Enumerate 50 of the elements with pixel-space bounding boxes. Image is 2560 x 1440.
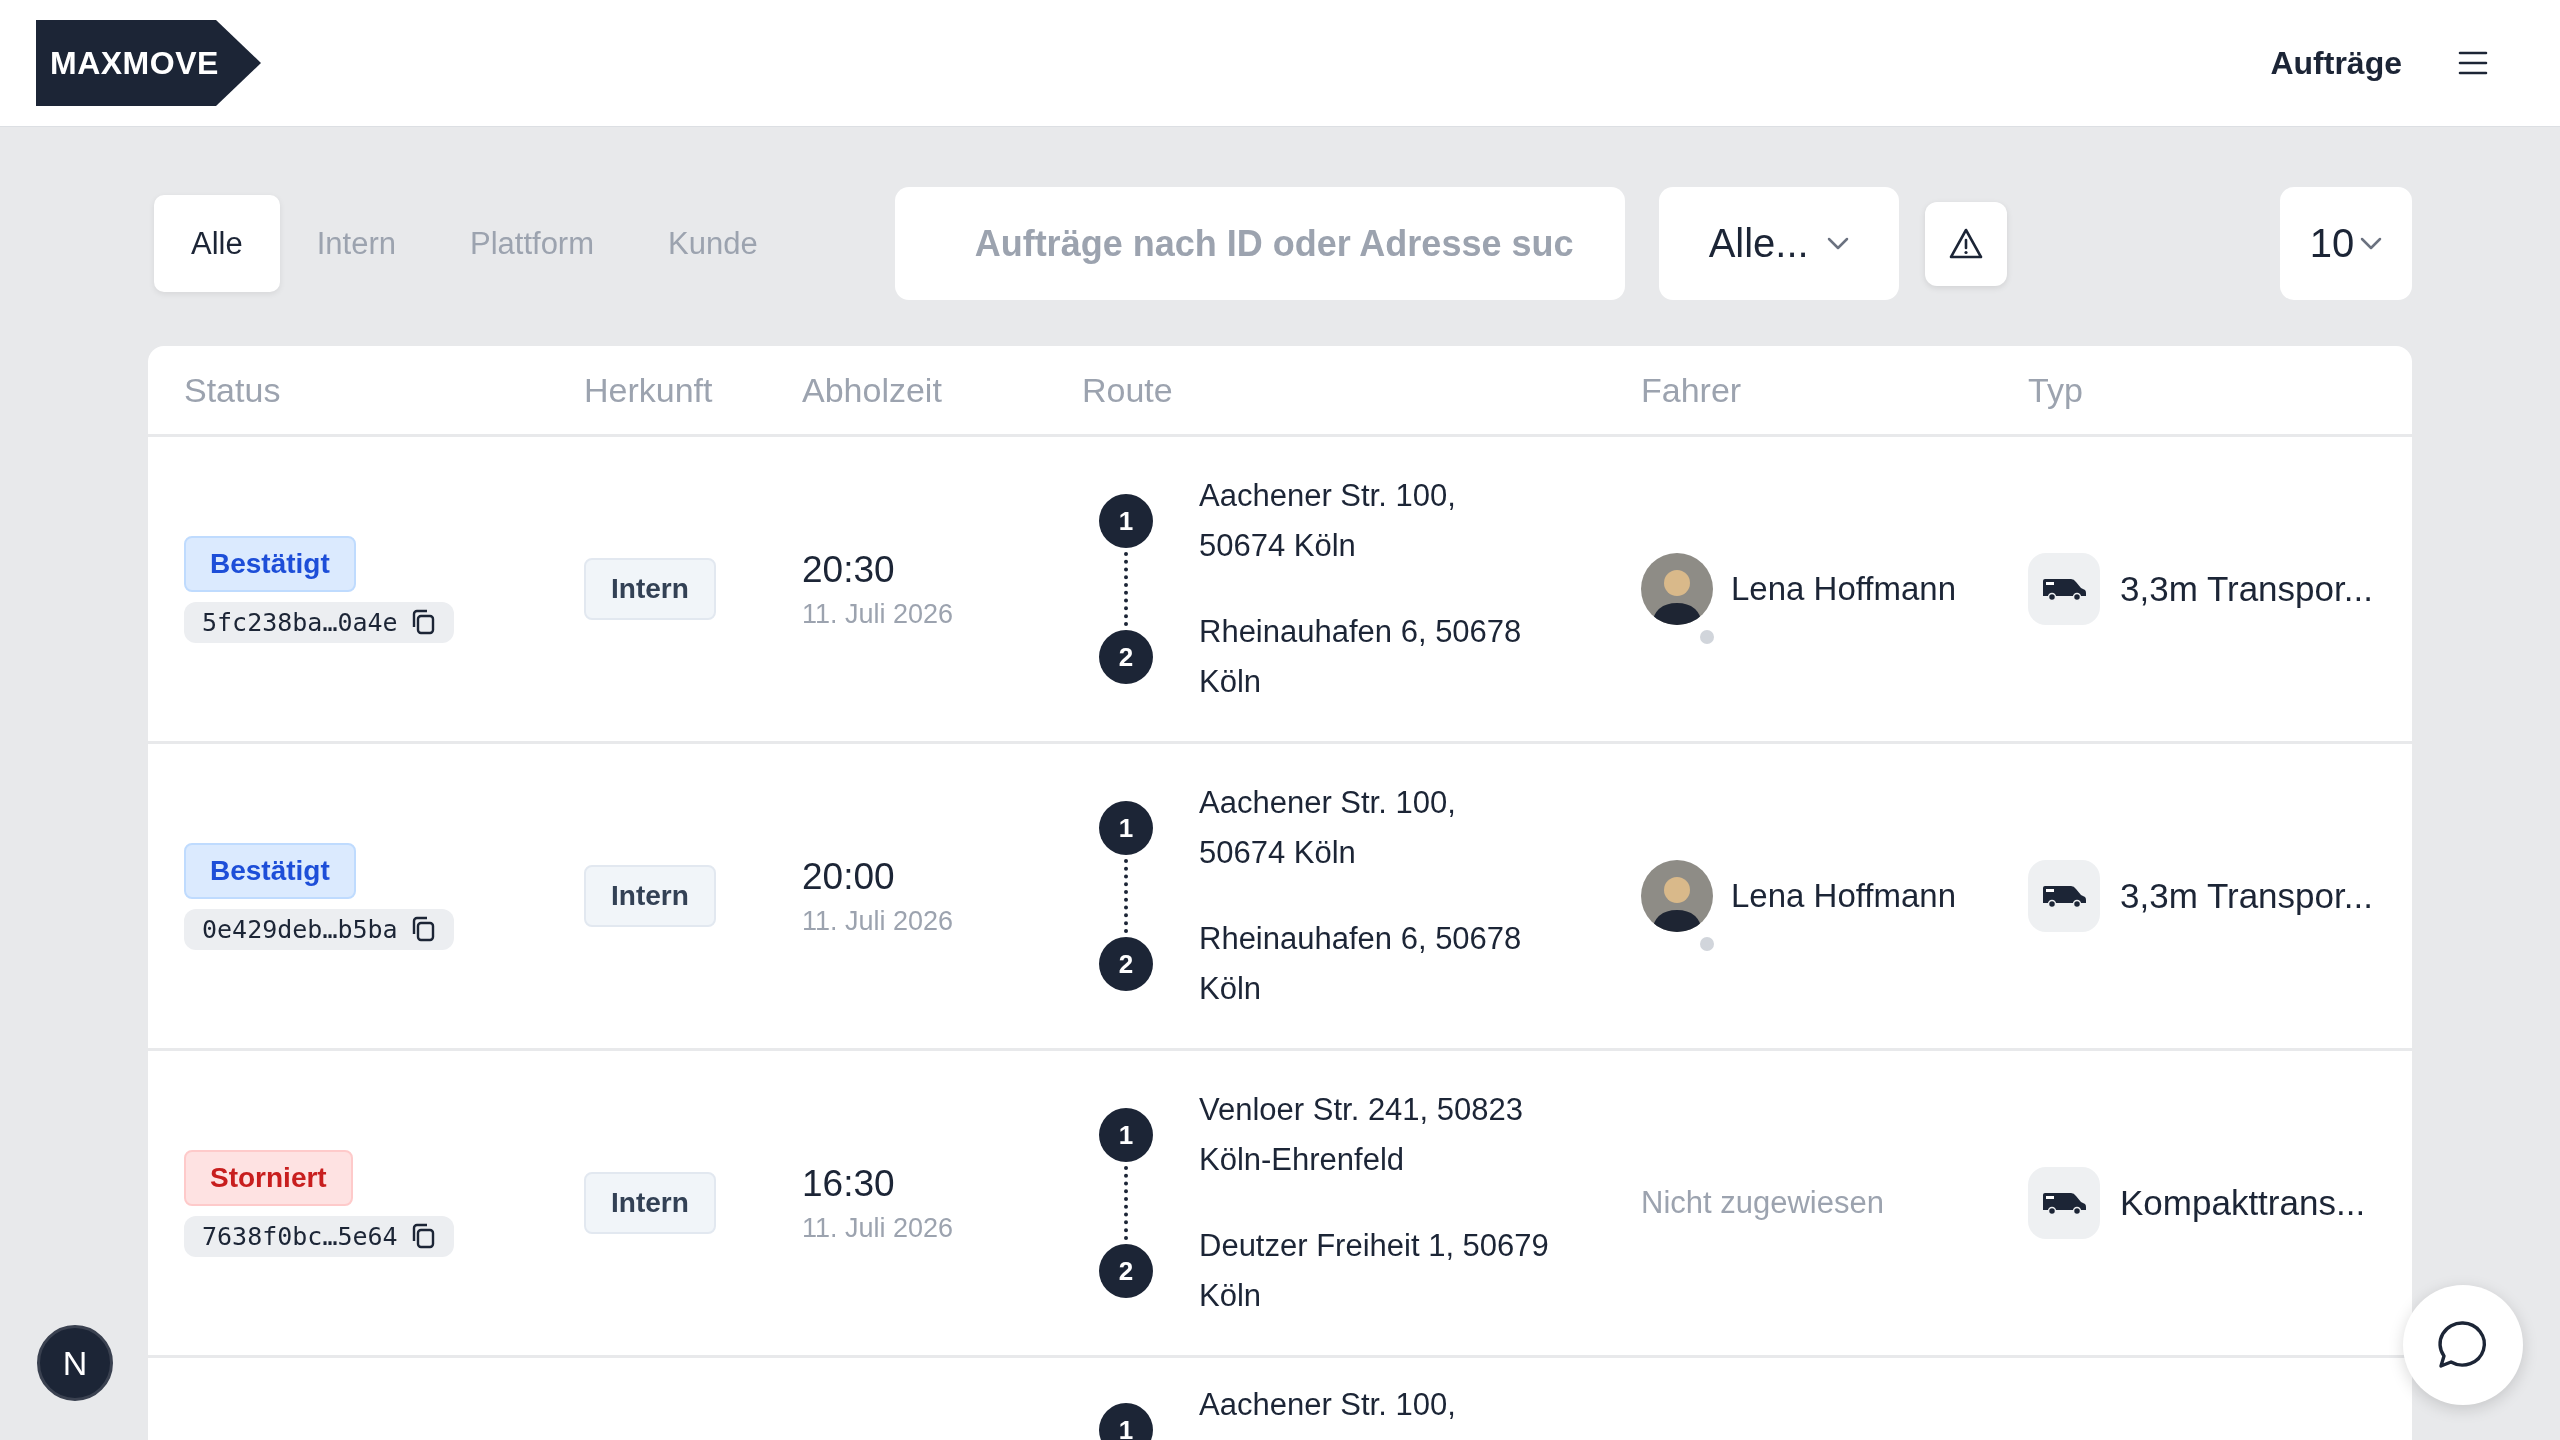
vehicle-type: Kompakttrans...: [2120, 1183, 2366, 1223]
driver-name: Lena Hoffmann: [1731, 570, 1957, 608]
origin-tag: Intern: [584, 1172, 716, 1234]
unassigned-driver: Nicht zugewiesen: [1641, 1185, 1884, 1220]
stop-marker: 2: [1099, 630, 1153, 684]
pickup-time: 20:00: [802, 855, 896, 898]
warning-icon: [1947, 226, 1984, 261]
nav-link[interactable]: Aufträge: [2270, 44, 2402, 82]
stop-address: Deutzer Freiheit 1, 50679 Köln: [1199, 1227, 1550, 1315]
chevron-icon: [1826, 236, 1849, 251]
stop-marker: 2: [1099, 1244, 1153, 1298]
stop-address: Rheinauhafen 6, 50678 Köln: [1199, 920, 1523, 1008]
pickup-date: 11. Juli 2026: [802, 598, 955, 630]
stop-marker: 1: [1099, 801, 1153, 855]
filter-tab[interactable]: Alle: [154, 195, 280, 292]
pickup-date: 11. Juli 2026: [802, 1212, 955, 1244]
logo[interactable]: MAXMOVE: [36, 20, 261, 106]
status-dropdown[interactable]: Alle...: [1658, 187, 1899, 300]
pickup-date: 11. Juli 2026: [802, 905, 955, 937]
vehicle-type: 3,3m Transpor...: [2120, 569, 2373, 609]
origin-tag: Intern: [584, 558, 716, 620]
stop-marker: 1: [1099, 1403, 1153, 1440]
pickup-time: 20:30: [802, 548, 896, 591]
van-icon: [2041, 1191, 2087, 1215]
status-badge: Storniert: [184, 1149, 353, 1206]
vehicle-type: 3,3m Transpor...: [2120, 876, 2373, 916]
origin-tag: Intern: [584, 865, 716, 927]
stop-address: Rheinauhafen 6, 50678 Köln: [1199, 613, 1523, 701]
stop-marker: 2: [1099, 937, 1153, 991]
order-id-chip[interactable]: 0e429deb…b5ba: [184, 908, 454, 950]
driver-name: Lena Hoffmann: [1731, 877, 1957, 915]
stop-marker: 1: [1099, 1108, 1153, 1162]
stop-address: Aachener Str. 100, 50674 Köln: [1199, 477, 1457, 565]
order-id-chip[interactable]: 7638f0bc…5e64: [184, 1215, 454, 1257]
page-size-dropdown[interactable]: 10: [2280, 187, 2412, 300]
menu-icon[interactable]: [2458, 50, 2488, 76]
van-icon: [2041, 577, 2087, 601]
warning-button[interactable]: [1924, 201, 2007, 286]
stop-address: Aachener Str. 100, 50674 Köln: [1199, 784, 1457, 872]
order-id-chip[interactable]: 5fc238ba…0a4e: [184, 601, 454, 643]
stop-address: Aachener Str. 100,: [1199, 1386, 1457, 1424]
van-icon: [2041, 884, 2087, 908]
search-field[interactable]: Aufträge nach ID oder Adresse suc: [894, 187, 1625, 300]
stop-marker: 1: [1099, 494, 1153, 548]
dev-badge[interactable]: N: [37, 1325, 113, 1401]
status-badge: Bestätigt: [184, 535, 356, 592]
stop-address: Venloer Str. 241, 50823 Köln-Ehrenfeld: [1199, 1091, 1525, 1179]
pickup-time: 16:30: [802, 1162, 896, 1205]
status-badge: Bestätigt: [184, 842, 356, 899]
chevron-icon: [2360, 236, 2383, 251]
